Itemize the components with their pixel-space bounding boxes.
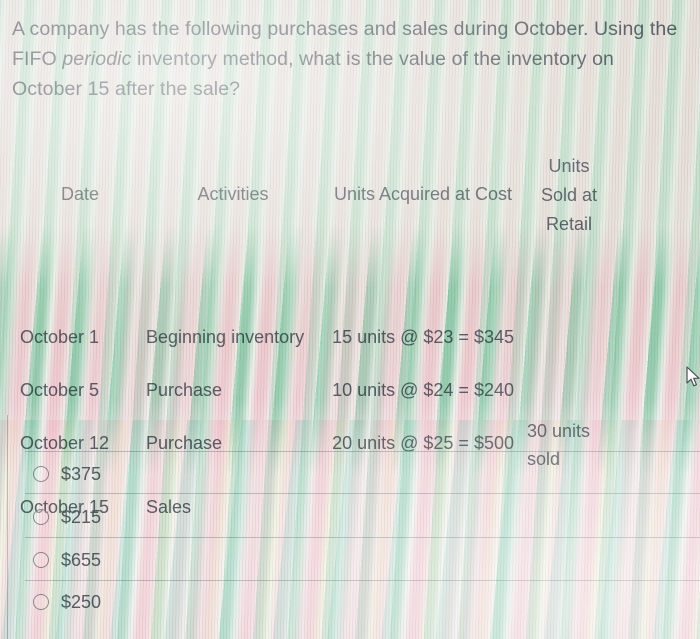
question-prompt: A company has the following purchases an… bbox=[12, 14, 688, 104]
cell-units-sold: 30 units sold bbox=[527, 417, 590, 473]
column-header-units-sold-at-retail: Units Sold at Retail bbox=[528, 152, 610, 239]
cell-activity: Purchase bbox=[146, 380, 223, 400]
cell-date: October 5 bbox=[20, 380, 100, 400]
screen-bezel-edge bbox=[7, 415, 8, 639]
question-emphasis-periodic: periodic bbox=[62, 48, 132, 70]
column-header-units-acquired: Units Acquired at Cost bbox=[333, 184, 513, 204]
answer-option-1[interactable]: $375 bbox=[33, 457, 101, 491]
radio-button-icon[interactable] bbox=[33, 594, 49, 610]
option-divider bbox=[25, 537, 700, 538]
radio-button-icon[interactable] bbox=[33, 509, 49, 525]
answer-option-label: $655 bbox=[61, 549, 102, 570]
radio-button-icon[interactable] bbox=[33, 466, 49, 482]
radio-button-icon[interactable] bbox=[33, 552, 49, 568]
answer-option-3[interactable]: $655 bbox=[33, 543, 101, 577]
cell-units-sold-line-2: sold bbox=[527, 449, 561, 469]
cell-activity: Sales bbox=[146, 497, 192, 517]
column-header-date: Date bbox=[60, 184, 100, 204]
column-header-units-sold-line-3: Retail bbox=[545, 214, 593, 234]
column-header-units-sold-line-2: Sold at bbox=[540, 185, 598, 205]
cell-activity: Beginning inventory bbox=[146, 327, 305, 347]
answer-option-label: $375 bbox=[61, 463, 102, 484]
cell-date: October 1 bbox=[20, 327, 100, 347]
answer-option-4[interactable]: $250 bbox=[33, 585, 101, 619]
question-line-1: A company has the following purchases an… bbox=[12, 18, 678, 40]
option-divider bbox=[25, 451, 700, 452]
answer-option-label: $250 bbox=[61, 591, 102, 612]
cell-units-sold-line-1: 30 units bbox=[527, 421, 591, 441]
cell-cost: 10 units @ $24 = $240 bbox=[332, 380, 514, 400]
column-header-units-sold-line-1: Units bbox=[548, 156, 590, 176]
table-header-row: Date Activities Units Acquired at Cost U… bbox=[0, 150, 700, 238]
photographed-screen: A company has the following purchases an… bbox=[0, 0, 700, 639]
inventory-table: Date Activities Units Acquired at Cost U… bbox=[0, 150, 700, 517]
option-divider bbox=[25, 580, 700, 581]
table-row: October 15 Sales bbox=[0, 496, 700, 518]
question-content: A company has the following purchases an… bbox=[0, 0, 700, 639]
cell-cost: 15 units @ $23 = $345 bbox=[332, 327, 514, 347]
table-row: October 1 Beginning inventory 15 units @… bbox=[0, 326, 700, 348]
answer-option-label: $215 bbox=[61, 506, 102, 527]
question-line-3: 15 after the sale? bbox=[87, 78, 241, 100]
question-line-2-pre: FIFO bbox=[12, 48, 63, 70]
table-row: October 5 Purchase 10 units @ $24 = $240 bbox=[0, 379, 700, 401]
answer-option-2[interactable]: $215 bbox=[33, 500, 101, 534]
column-header-activities: Activities bbox=[197, 184, 269, 204]
table-body: October 1 Beginning inventory 15 units @… bbox=[0, 238, 700, 517]
option-divider bbox=[25, 493, 700, 494]
